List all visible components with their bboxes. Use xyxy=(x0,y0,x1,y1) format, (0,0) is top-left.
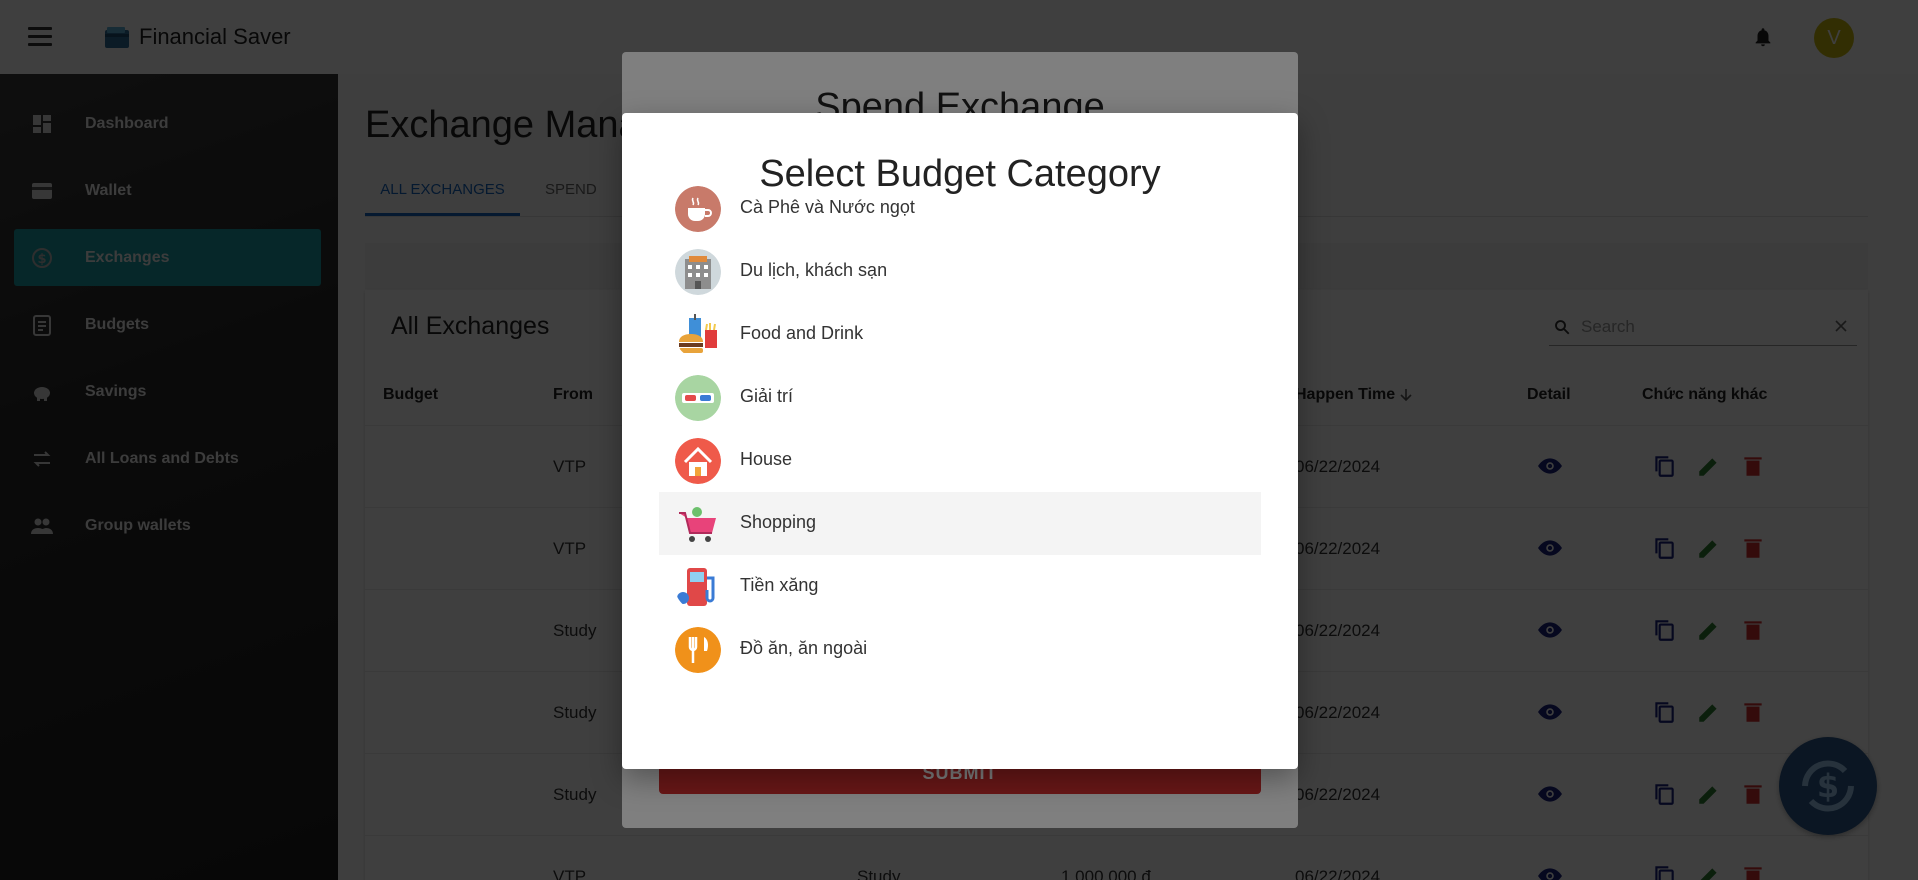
fast-food-icon xyxy=(675,312,721,358)
category-item[interactable]: Du lịch, khách sạn xyxy=(659,240,1261,303)
shopping-cart-icon xyxy=(675,501,721,547)
category-item[interactable]: Food and Drink xyxy=(659,303,1261,366)
category-item[interactable]: Đồ ăn, ăn ngoài xyxy=(659,618,1261,681)
category-label: Đồ ăn, ăn ngoài xyxy=(740,638,868,658)
category-item[interactable]: House xyxy=(659,429,1261,492)
category-item[interactable]: Cà Phê và Nước ngọt xyxy=(659,177,1261,240)
category-label: Giải trí xyxy=(740,386,794,406)
category-label: House xyxy=(740,449,793,469)
category-label: Cà Phê và Nước ngọt xyxy=(740,197,915,217)
fork-knife-icon xyxy=(675,627,721,673)
category-item[interactable]: Shopping xyxy=(659,492,1261,555)
category-label: Food and Drink xyxy=(740,323,864,343)
hotel-icon xyxy=(675,249,721,295)
category-label: Du lịch, khách sạn xyxy=(740,260,888,280)
select-budget-category-dialog: Select Budget Category Cà Phê và Nước ng… xyxy=(622,113,1298,769)
gas-pump-icon xyxy=(675,564,721,610)
house-icon xyxy=(675,438,721,484)
3d-glasses-icon xyxy=(675,375,721,421)
category-item[interactable]: Giải trí xyxy=(659,366,1261,429)
category-item[interactable]: Tiền xăng xyxy=(659,555,1261,618)
category-label: Shopping xyxy=(740,512,817,532)
coffee-cup-icon xyxy=(675,186,721,232)
category-label: Tiền xăng xyxy=(740,575,819,595)
